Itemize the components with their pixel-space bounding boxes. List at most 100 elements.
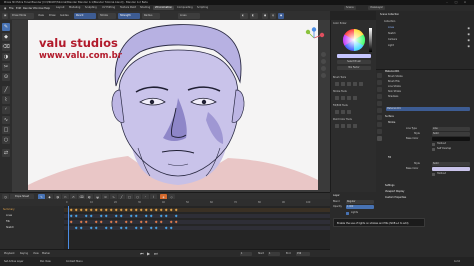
outliner-row-sketch[interactable]: Sketch (388, 32, 396, 36)
modifier-icon[interactable] (377, 122, 382, 127)
stroke-tool-btn-2[interactable] (341, 96, 345, 100)
scene-selector[interactable]: Scene (344, 6, 356, 10)
stroke-tool-btn-1[interactable] (335, 96, 339, 100)
line-icon[interactable]: ╱ (2, 86, 10, 94)
blender-logo-icon[interactable]: ◉ (4, 6, 6, 10)
workspace-tab-uv-editing[interactable]: UV Editing (100, 6, 117, 10)
fill-style-field[interactable]: Solid (432, 162, 470, 166)
scene-icon[interactable] (377, 101, 382, 106)
stroke-tool-btn-3[interactable] (347, 96, 351, 100)
paint-tool-btn-4[interactable] (353, 124, 357, 128)
color-wheel[interactable] (342, 28, 366, 52)
channel-fills[interactable]: Fills (6, 220, 10, 223)
material-slot-4[interactable]: Skin Stroke (388, 90, 401, 94)
shading-rendered-icon[interactable]: ◉ (278, 12, 284, 19)
interpolate-icon[interactable]: ⇄ (2, 149, 10, 157)
outliner-row-lines[interactable]: Lines (388, 26, 394, 30)
object-icon[interactable] (377, 115, 382, 120)
current-frame-field[interactable]: 1 (240, 252, 252, 256)
minimize-icon[interactable]: – (444, 1, 450, 4)
fill-tool-btn-3[interactable] (347, 110, 351, 114)
arc-icon[interactable]: ◜ (2, 106, 10, 114)
menu-draw[interactable]: Draw (47, 13, 57, 19)
workspace-tab-2d-animation[interactable]: 2D Animation (153, 6, 175, 10)
start-frame-field[interactable]: 1 (268, 252, 280, 256)
stroke-section[interactable]: Stroke (388, 121, 395, 125)
brush-tool-btn-4[interactable] (353, 82, 357, 86)
curve-icon[interactable]: ∿ (2, 116, 10, 124)
shading-solid-icon[interactable]: ● (262, 12, 268, 19)
menu-file[interactable]: File (9, 6, 14, 10)
workspace-tab-compositing[interactable]: Compositing (175, 6, 195, 10)
visibility-eye-icon[interactable]: ◉ (467, 38, 470, 42)
outliner-row-camera[interactable]: Camera (388, 38, 397, 42)
xray-icon[interactable]: ◧ (250, 12, 258, 19)
brush-tool-btn-5[interactable] (359, 82, 363, 86)
lights-checkbox[interactable] (346, 211, 349, 215)
cutter-icon[interactable]: ✂ (2, 63, 10, 71)
holdout-checkbox[interactable] (432, 143, 435, 146)
visibility-eye-icon[interactable]: ◉ (467, 44, 470, 48)
material-slot-5[interactable]: Shadows (388, 95, 398, 99)
world-icon[interactable] (377, 108, 382, 113)
stroke-selector[interactable]: Stroke (98, 12, 116, 19)
view-layer-icon[interactable] (377, 94, 382, 99)
fill-section[interactable]: Fill (388, 156, 391, 160)
select-brush-field[interactable]: Select Brush (337, 60, 371, 64)
mode-selector[interactable]: Draw Mode (10, 12, 34, 19)
brush-tool-btn-3[interactable] (347, 82, 351, 86)
render-icon[interactable] (377, 80, 382, 85)
layer-selector[interactable]: Lines (178, 12, 200, 19)
view-layer-selector[interactable]: ViewLayer (368, 6, 385, 10)
workspace-tab-layout[interactable]: Layout (54, 6, 67, 10)
menu-render[interactable]: Render (23, 6, 33, 10)
dopesheet[interactable]: 0 10 20 30 40 50 60 70 80 90 100 Summary… (0, 199, 330, 249)
fills-track[interactable] (64, 220, 330, 224)
strength-field[interactable]: Strength (118, 12, 140, 19)
workspace-tab-modeling[interactable]: Modeling (67, 6, 82, 10)
data-icon[interactable] (377, 129, 382, 134)
visibility-eye-icon[interactable]: ◉ (467, 32, 470, 36)
value-slider[interactable] (369, 28, 372, 52)
paint-tool-btn-3[interactable] (347, 124, 351, 128)
color-swatch[interactable] (337, 54, 371, 58)
line-type-field[interactable]: Line (432, 127, 470, 131)
outliner-row-light[interactable]: Light (388, 44, 394, 48)
paint-tool-btn-1[interactable] (335, 124, 339, 128)
brush-selector[interactable]: Pencil (74, 12, 96, 19)
box-icon[interactable]: □ (2, 126, 10, 134)
style-field[interactable]: Solid (432, 132, 470, 136)
view-menu[interactable]: View (33, 252, 39, 255)
keying-menu[interactable]: Keying (20, 252, 28, 255)
blend-selector[interactable]: Radius (142, 12, 160, 19)
workspace-tab-shading[interactable]: Shading (138, 6, 152, 10)
jump-start-icon[interactable]: ⏮ (140, 251, 144, 256)
play-icon[interactable]: ▶ (147, 251, 150, 256)
workspace-tab-sculpting[interactable]: Sculpting (83, 6, 99, 10)
surface-section[interactable]: Surface (385, 115, 394, 119)
material-slot-3[interactable]: Line Stroke (388, 85, 401, 89)
fill-tool-btn-2[interactable] (341, 110, 345, 114)
base-color-swatch[interactable] (432, 137, 470, 141)
maximize-icon[interactable]: □ (453, 1, 459, 4)
draw-icon[interactable]: ✎ (2, 23, 10, 31)
mix-factor-field[interactable]: Mix Factor (337, 66, 371, 70)
fill-icon[interactable]: ◆ (2, 33, 10, 41)
channel-sketch[interactable]: Sketch (6, 226, 14, 229)
menu-help[interactable]: Help (44, 6, 50, 10)
polyline-icon[interactable]: ⌇ (2, 96, 10, 104)
zoom-icon[interactable] (321, 52, 326, 57)
overlay-icon[interactable]: ◐ (240, 12, 248, 19)
menu-guides[interactable]: Guides (58, 13, 70, 19)
editor-type-icon[interactable]: ▣ (2, 12, 8, 19)
self-overlap-checkbox[interactable] (432, 148, 435, 151)
menu-edit[interactable]: Edit (16, 6, 21, 10)
viewport-display-section[interactable]: Viewport Display (385, 190, 404, 194)
workspace-tab-scripting[interactable]: Scripting (195, 6, 210, 10)
brush-tool-btn-1[interactable] (335, 82, 339, 86)
outliner-row-collection[interactable]: Collection (384, 20, 395, 24)
marker-menu[interactable]: Marker (42, 252, 50, 255)
layer-opacity-field[interactable]: 1.000 (346, 205, 374, 209)
close-icon[interactable]: × (462, 1, 468, 4)
output-icon[interactable] (377, 87, 382, 92)
